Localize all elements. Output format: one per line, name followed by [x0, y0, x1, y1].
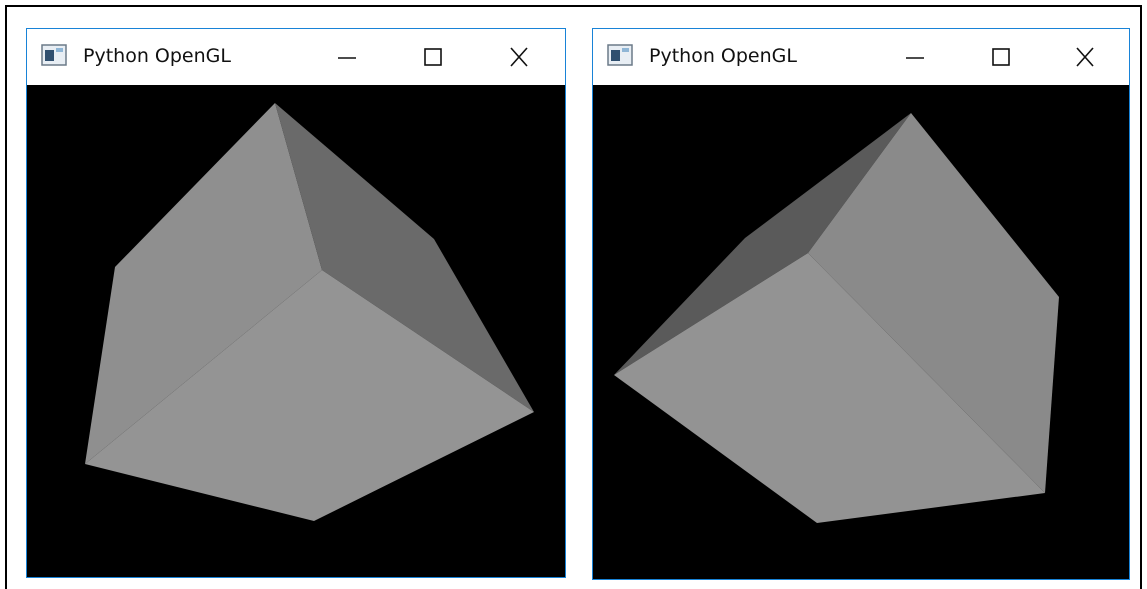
close-icon[interactable]: [499, 39, 539, 75]
maximize-icon[interactable]: [981, 39, 1021, 75]
window-title: Python OpenGL: [649, 45, 797, 67]
opengl-window-left[interactable]: Python OpenGL: [26, 28, 566, 578]
cube-render: [85, 103, 534, 521]
maximize-icon[interactable]: [413, 39, 453, 75]
opengl-viewport[interactable]: [593, 85, 1129, 579]
opengl-viewport[interactable]: [27, 85, 565, 577]
window-title: Python OpenGL: [83, 45, 231, 67]
title-bar[interactable]: Python OpenGL: [593, 29, 1129, 85]
minimize-icon[interactable]: [895, 39, 935, 75]
minimize-icon[interactable]: [327, 39, 367, 75]
app-window-icon[interactable]: [607, 44, 633, 66]
title-bar[interactable]: Python OpenGL: [27, 29, 565, 85]
app-window-icon[interactable]: [41, 44, 67, 66]
opengl-window-right[interactable]: Python OpenGL: [592, 28, 1130, 580]
close-icon[interactable]: [1065, 39, 1105, 75]
cube-render: [614, 113, 1059, 523]
